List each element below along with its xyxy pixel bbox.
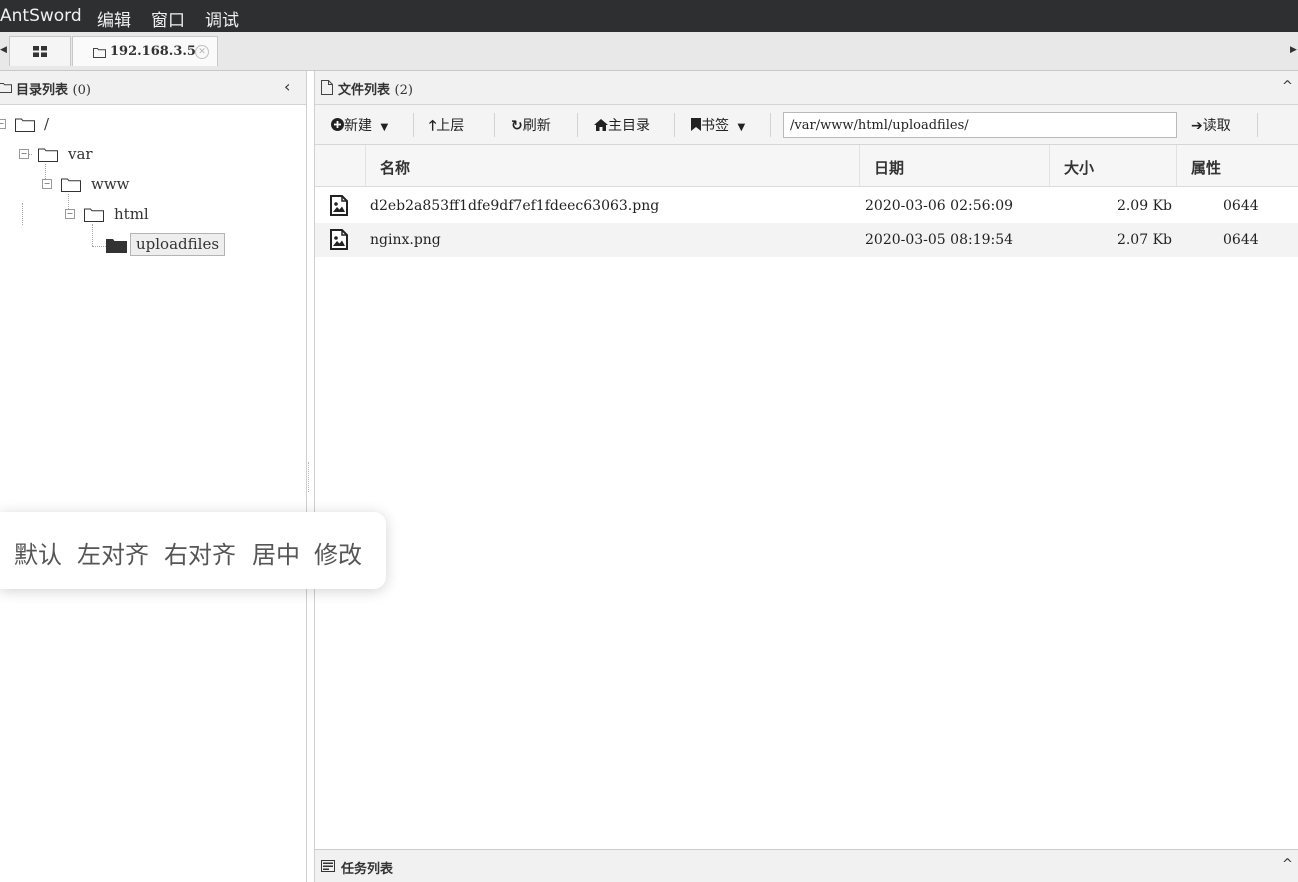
tree-item-html[interactable]: − html [0,203,300,227]
folder-icon [38,148,58,162]
tree-item-www[interactable]: − www [0,173,300,197]
tab-title: 192.168.3.5 [110,44,196,59]
plus-circle-icon [331,118,344,131]
task-list-icon [321,860,335,872]
file-panel-header: 文件列表 (2) ^ [315,71,1298,105]
folder-icon [93,48,106,58]
file-icon [321,80,333,95]
table-row[interactable]: nginx.png 2020-03-05 08:19:54 2.07 Kb 06… [315,223,1298,257]
read-button[interactable]: ➔读取 [1191,115,1231,135]
menu-debug[interactable]: 调试 [205,6,239,31]
tab-scroll-right-icon[interactable]: ▶ [1290,45,1297,55]
tab-bar: ◀ 192.168.3.5 ✕ ▶ [0,32,1298,71]
menu-bar: AntSword 编辑 窗口 调试 [0,0,1298,32]
table-row[interactable]: d2eb2a853ff1dfe9df7ef1fdeec63063.png 202… [315,189,1298,223]
folder-icon [84,208,104,222]
file-size: 2.07 Kb [1116,232,1172,248]
collapse-icon[interactable]: − [0,119,6,129]
caret-down-icon: ▼ [737,122,746,133]
new-button[interactable]: 新建 ▼ [331,115,388,135]
tree-item-label: / [44,115,50,133]
tree-item-label: html [114,205,149,223]
file-panel-title: 文件列表 (2) [338,83,413,98]
column-icon [315,145,366,186]
tree-item-label-selected: uploadfiles [130,233,226,256]
file-name: d2eb2a853ff1dfe9df7ef1fdeec63063.png [370,198,660,214]
column-date[interactable]: 日期 [860,145,1050,186]
menu-app-name[interactable]: AntSword [0,6,82,26]
file-toolbar: 新建 ▼ 🡑上层 ↻刷新 主目录 书签 ▼ ➔读取 [315,105,1298,145]
modify-option[interactable]: 修改 [314,535,362,570]
folder-icon [15,118,35,132]
align-default-option[interactable]: 默认 [14,535,62,570]
tree-item-var[interactable]: − var [0,143,300,167]
tab-home[interactable] [9,36,71,66]
file-date: 2020-03-06 02:56:09 [865,198,1014,214]
task-panel-header: 任务列表 ^ [315,849,1298,882]
path-input[interactable] [783,112,1177,138]
bookmark-icon [691,118,701,131]
image-file-icon [330,229,348,250]
file-attr: 0644 [1223,198,1259,214]
collapse-icon[interactable]: − [42,179,52,189]
tree-item-root[interactable]: − / [0,113,300,137]
grid-icon [33,46,47,57]
align-left-option[interactable]: 左对齐 [77,535,149,570]
align-right-option[interactable]: 右对齐 [164,535,236,570]
chevron-up-icon[interactable]: ^ [1282,79,1293,94]
column-attr[interactable]: 属性 [1177,145,1298,186]
close-icon[interactable]: ✕ [195,45,209,59]
align-center-option[interactable]: 居中 [252,535,300,570]
bookmarks-button[interactable]: 书签 ▼ [691,115,745,135]
tree-item-label: www [91,175,130,193]
align-toolbar-popup: 默认 左对齐 右对齐 居中 修改 [0,512,386,589]
directory-panel: 目录列表 (0) ‹ − / − var − www − html upload… [0,71,307,882]
tree-item-uploadfiles[interactable]: uploadfiles [0,233,300,258]
task-panel-title: 任务列表 [341,862,394,877]
collapse-icon[interactable]: − [19,149,29,159]
file-attr: 0644 [1223,232,1259,248]
chevron-left-icon[interactable]: ‹ [284,77,290,96]
column-name[interactable]: 名称 [366,145,860,186]
file-size: 2.09 Kb [1116,198,1172,214]
image-file-icon [330,195,348,216]
home-button[interactable]: 主目录 [594,115,650,135]
folder-filled-icon [106,239,127,253]
caret-down-icon: ▼ [380,122,389,133]
tree-item-label: var [68,145,93,163]
file-table-header: 名称 日期 大小 属性 [315,145,1298,187]
home-icon [594,119,608,131]
tab-file-manager[interactable]: 192.168.3.5 ✕ [72,36,218,66]
collapse-icon[interactable]: − [65,209,75,219]
file-panel: 文件列表 (2) ^ 新建 ▼ 🡑上层 ↻刷新 主目录 书签 ▼ /var/ww… [314,71,1298,882]
folder-icon [0,83,12,93]
chevron-up-icon[interactable]: ^ [1282,857,1293,872]
up-button[interactable]: 🡑上层 [429,115,464,139]
arrow-right-icon: ➔ [1191,118,1203,134]
refresh-button[interactable]: ↻刷新 [511,115,551,135]
panel-splitter[interactable] [308,462,313,492]
refresh-icon: ↻ [511,118,523,134]
file-date: 2020-03-05 08:19:54 [865,232,1014,248]
folder-icon [61,178,81,192]
menu-edit[interactable]: 编辑 [97,6,131,31]
file-name: nginx.png [370,232,441,248]
menu-window[interactable]: 窗口 [151,6,185,31]
directory-panel-header: 目录列表 (0) ‹ [0,71,306,105]
directory-panel-title: 目录列表 (0) [16,83,91,98]
tab-scroll-left-icon[interactable]: ◀ [0,45,7,55]
column-size[interactable]: 大小 [1050,145,1177,186]
